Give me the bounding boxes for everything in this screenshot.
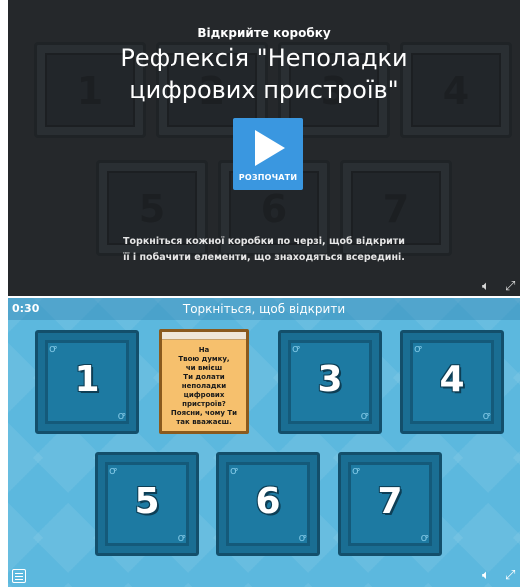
box-number: 5 — [134, 481, 160, 522]
play-icon — [255, 130, 285, 166]
instructions-line-1: Торкніться кожної коробки по черзі, щоб … — [123, 236, 405, 247]
box-6[interactable]: ꝍ ꝍ 6 — [216, 452, 320, 556]
menu-icon[interactable] — [12, 569, 26, 583]
activity-type-label: Відкрийте коробку — [197, 26, 331, 40]
start-overlay: 1 2 3 4 5 6 7 Відкрийте коробку Рефлексі… — [8, 0, 520, 296]
swirl-icon: ꝍ — [117, 409, 125, 422]
swirl-icon: ꝍ — [292, 342, 300, 355]
activity-title-line-1: Рефлексія "Неполадки — [120, 44, 408, 72]
card-question: На Твою думку, чи вмієш Ти долати непола… — [165, 346, 243, 427]
fullscreen-icon[interactable]: ⤢ — [505, 279, 515, 294]
speaker-icon[interactable]: 🔈︎ — [482, 279, 490, 294]
card-line: чи вмієш — [185, 364, 223, 372]
card-line: Ти долати неполадки — [181, 373, 227, 390]
swirl-icon: ꝍ — [414, 342, 422, 355]
swirl-icon: ꝍ — [109, 464, 117, 477]
card-line: На — [198, 346, 210, 354]
box-7[interactable]: ꝍ ꝍ 7 — [338, 452, 442, 556]
box-number: 4 — [439, 359, 465, 400]
card-line: пристроїв? — [182, 400, 226, 408]
box-number: 6 — [255, 481, 281, 522]
box-4[interactable]: ꝍ ꝍ 4 — [400, 330, 504, 434]
swirl-icon: ꝍ — [360, 409, 368, 422]
activity-title: Рефлексія "Неполадки цифрових пристроїв" — [8, 42, 520, 106]
card-header — [162, 332, 246, 340]
box-number: 1 — [74, 359, 100, 400]
swirl-icon: ꝍ — [298, 531, 306, 544]
swirl-icon: ꝍ — [230, 464, 238, 477]
swirl-icon: ꝍ — [352, 464, 360, 477]
tap-hint: Торкніться, щоб відкрити — [182, 302, 346, 316]
fullscreen-icon[interactable]: ⤢ — [505, 568, 515, 583]
box-5[interactable]: ꝍ ꝍ 5 — [95, 452, 199, 556]
activity-title-line-2: цифрових пристроїв" — [129, 76, 399, 104]
swirl-icon: ꝍ — [420, 531, 428, 544]
box-number: 7 — [377, 481, 403, 522]
instructions-line-2: її і побачити елементи, що знаходяться в… — [123, 252, 405, 263]
instructions: Торкніться кожної коробки по черзі, щоб … — [118, 234, 410, 266]
start-button[interactable]: РОЗПОЧАТИ — [233, 118, 303, 190]
swirl-icon: ꝍ — [49, 342, 57, 355]
start-button-label: РОЗПОЧАТИ — [238, 173, 298, 182]
box-3[interactable]: ꝍ ꝍ 3 — [278, 330, 382, 434]
swirl-icon: ꝍ — [482, 409, 490, 422]
speaker-icon[interactable]: 🔈︎ — [482, 568, 490, 583]
card-line: Поясни, чому Ти — [170, 409, 238, 417]
swirl-icon: ꝍ — [177, 531, 185, 544]
game-board: 0:30 Торкніться, щоб відкрити ꝍ ꝍ 1 На Т… — [8, 298, 520, 587]
box-1[interactable]: ꝍ ꝍ 1 — [35, 330, 139, 434]
card-line: Твою думку, — [178, 355, 230, 363]
opened-box-2-card[interactable]: На Твою думку, чи вмієш Ти долати непола… — [159, 329, 249, 434]
card-line: так вважаєш. — [176, 418, 232, 426]
card-line: цифрових — [183, 391, 225, 399]
box-number: 3 — [317, 359, 343, 400]
